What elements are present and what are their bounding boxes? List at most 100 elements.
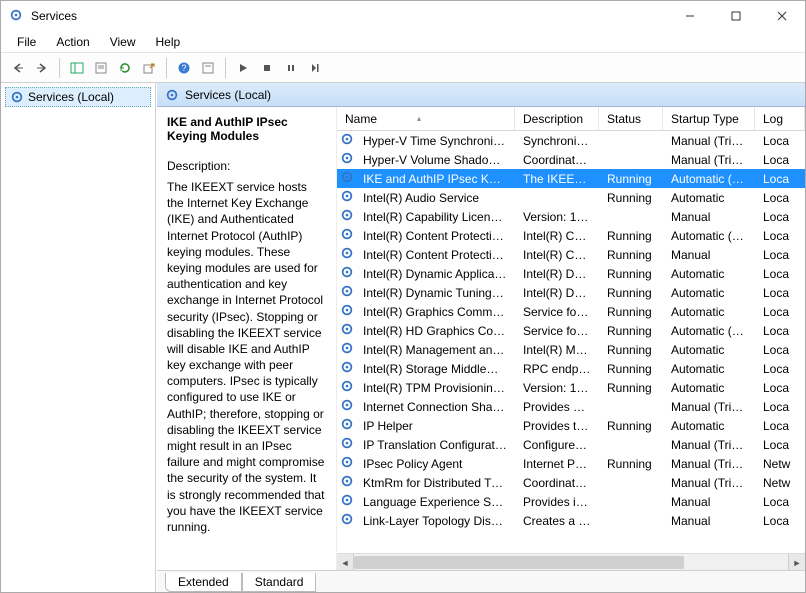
cell-description: Creates a N...	[515, 514, 599, 528]
cell-logon: Loca	[755, 495, 805, 509]
cell-status: Running	[599, 324, 663, 338]
cell-startup: Automatic	[663, 305, 755, 319]
cell-description: Intel(R) Dyn...	[515, 267, 599, 281]
gear-icon	[339, 512, 355, 529]
forward-button[interactable]	[31, 57, 53, 79]
content: IKE and AuthIP IPsec Keying Modules Desc…	[157, 107, 805, 570]
gear-icon	[339, 170, 355, 187]
service-row[interactable]: Hyper-V Volume Shadow C...Coordinates...…	[337, 150, 805, 169]
refresh-button[interactable]	[114, 57, 136, 79]
tab-extended[interactable]: Extended	[165, 573, 242, 592]
col-name[interactable]: Name▴	[337, 107, 515, 130]
gear-icon	[339, 303, 355, 320]
cell-logon: Loca	[755, 419, 805, 433]
cell-name: KtmRm for Distributed Tran...	[355, 476, 515, 490]
service-row[interactable]: Hyper-V Time Synchronizati...Synchronize…	[337, 131, 805, 150]
cell-logon: Loca	[755, 172, 805, 186]
cell-logon: Loca	[755, 229, 805, 243]
cell-description: RPC endpoi...	[515, 362, 599, 376]
cell-name: Intel(R) Audio Service	[355, 191, 515, 205]
sort-indicator-icon: ▴	[417, 114, 421, 123]
back-button[interactable]	[7, 57, 29, 79]
cell-description: Coordinates...	[515, 153, 599, 167]
service-row[interactable]: Intel(R) Capability Licensing...Version:…	[337, 207, 805, 226]
cell-name: Link-Layer Topology Discov...	[355, 514, 515, 528]
col-description[interactable]: Description	[515, 107, 599, 130]
selected-service-title: IKE and AuthIP IPsec Keying Modules	[167, 115, 326, 143]
service-row[interactable]: IKE and AuthIP IPsec Keying...The IKEEXT…	[337, 169, 805, 188]
gear-icon	[339, 398, 355, 415]
title-bar: Services	[1, 1, 805, 31]
start-service-button[interactable]	[232, 57, 254, 79]
service-row[interactable]: Intel(R) Storage Middleware...RPC endpoi…	[337, 359, 805, 378]
cell-startup: Automatic	[663, 343, 755, 357]
cell-startup: Manual (Trig...	[663, 438, 755, 452]
cell-description: Intel(R) Dyn...	[515, 286, 599, 300]
tab-standard[interactable]: Standard	[242, 573, 317, 592]
stop-service-button[interactable]	[256, 57, 278, 79]
service-row[interactable]: Intel(R) TPM Provisioning S...Version: 1…	[337, 378, 805, 397]
app-icon	[9, 8, 25, 24]
properties-button[interactable]	[90, 57, 112, 79]
cell-status: Running	[599, 172, 663, 186]
cell-description: Version: 1.6...	[515, 210, 599, 224]
close-button[interactable]	[759, 1, 805, 31]
menu-help[interactable]: Help	[146, 33, 191, 51]
maximize-button[interactable]	[713, 1, 759, 31]
service-row[interactable]: Intel(R) Content Protection ...Intel(R) …	[337, 226, 805, 245]
col-logon[interactable]: Log	[755, 107, 805, 130]
cell-status: Running	[599, 457, 663, 471]
menu-file[interactable]: File	[7, 33, 46, 51]
gear-icon	[339, 189, 355, 206]
menu-action[interactable]: Action	[46, 33, 99, 51]
service-row[interactable]: Intel(R) Audio ServiceRunningAutomaticLo…	[337, 188, 805, 207]
filter-button[interactable]	[197, 57, 219, 79]
service-row[interactable]: Intel(R) Dynamic Tuning ser...Intel(R) D…	[337, 283, 805, 302]
cell-name: Intel(R) Dynamic Applicatio...	[355, 267, 515, 281]
cell-name: IP Translation Configuratio...	[355, 438, 515, 452]
service-row[interactable]: Intel(R) Dynamic Applicatio...Intel(R) D…	[337, 264, 805, 283]
pause-service-button[interactable]	[280, 57, 302, 79]
service-row[interactable]: Intel(R) HD Graphics Contro...Service fo…	[337, 321, 805, 340]
cell-startup: Automatic	[663, 419, 755, 433]
export-button[interactable]	[138, 57, 160, 79]
scroll-right-icon[interactable]: ►	[788, 554, 805, 570]
service-row[interactable]: Intel(R) Graphics Command...Service for …	[337, 302, 805, 321]
help-button[interactable]: ?	[173, 57, 195, 79]
scroll-left-icon[interactable]: ◄	[337, 554, 354, 570]
panel-header: Services (Local)	[157, 83, 805, 107]
menu-view[interactable]: View	[100, 33, 146, 51]
gear-icon	[339, 284, 355, 301]
horizontal-scrollbar[interactable]: ◄ ►	[337, 553, 805, 570]
cell-startup: Automatic	[663, 191, 755, 205]
cell-name: Intel(R) Content Protection ...	[355, 248, 515, 262]
col-startup[interactable]: Startup Type	[663, 107, 755, 130]
gear-icon	[339, 208, 355, 225]
cell-startup: Automatic (T...	[663, 172, 755, 186]
service-row[interactable]: Language Experience ServiceProvides inf.…	[337, 492, 805, 511]
service-row[interactable]: Intel(R) Management and S...Intel(R) Ma.…	[337, 340, 805, 359]
cell-status: Running	[599, 343, 663, 357]
gear-icon	[165, 88, 179, 102]
restart-service-button[interactable]	[304, 57, 326, 79]
cell-name: Intel(R) Capability Licensing...	[355, 210, 515, 224]
service-row[interactable]: IP Translation Configuratio...Configures…	[337, 435, 805, 454]
cell-logon: Loca	[755, 305, 805, 319]
gear-icon	[339, 436, 355, 453]
cell-name: Intel(R) HD Graphics Contro...	[355, 324, 515, 338]
cell-logon: Loca	[755, 134, 805, 148]
minimize-button[interactable]	[667, 1, 713, 31]
service-row[interactable]: KtmRm for Distributed Tran...Coordinates…	[337, 473, 805, 492]
show-hide-tree-button[interactable]	[66, 57, 88, 79]
service-row[interactable]: IPsec Policy AgentInternet Pro...Running…	[337, 454, 805, 473]
service-row[interactable]: IP HelperProvides tu...RunningAutomaticL…	[337, 416, 805, 435]
service-row[interactable]: Internet Connection Sharin...Provides ne…	[337, 397, 805, 416]
service-row[interactable]: Intel(R) Content Protection ...Intel(R) …	[337, 245, 805, 264]
svg-text:?: ?	[181, 63, 186, 73]
tree-node-services-local[interactable]: Services (Local)	[5, 87, 151, 107]
cell-name: Intel(R) Storage Middleware...	[355, 362, 515, 376]
cell-startup: Manual	[663, 248, 755, 262]
col-status[interactable]: Status	[599, 107, 663, 130]
service-row[interactable]: Link-Layer Topology Discov...Creates a N…	[337, 511, 805, 530]
scroll-thumb[interactable]	[354, 556, 684, 569]
